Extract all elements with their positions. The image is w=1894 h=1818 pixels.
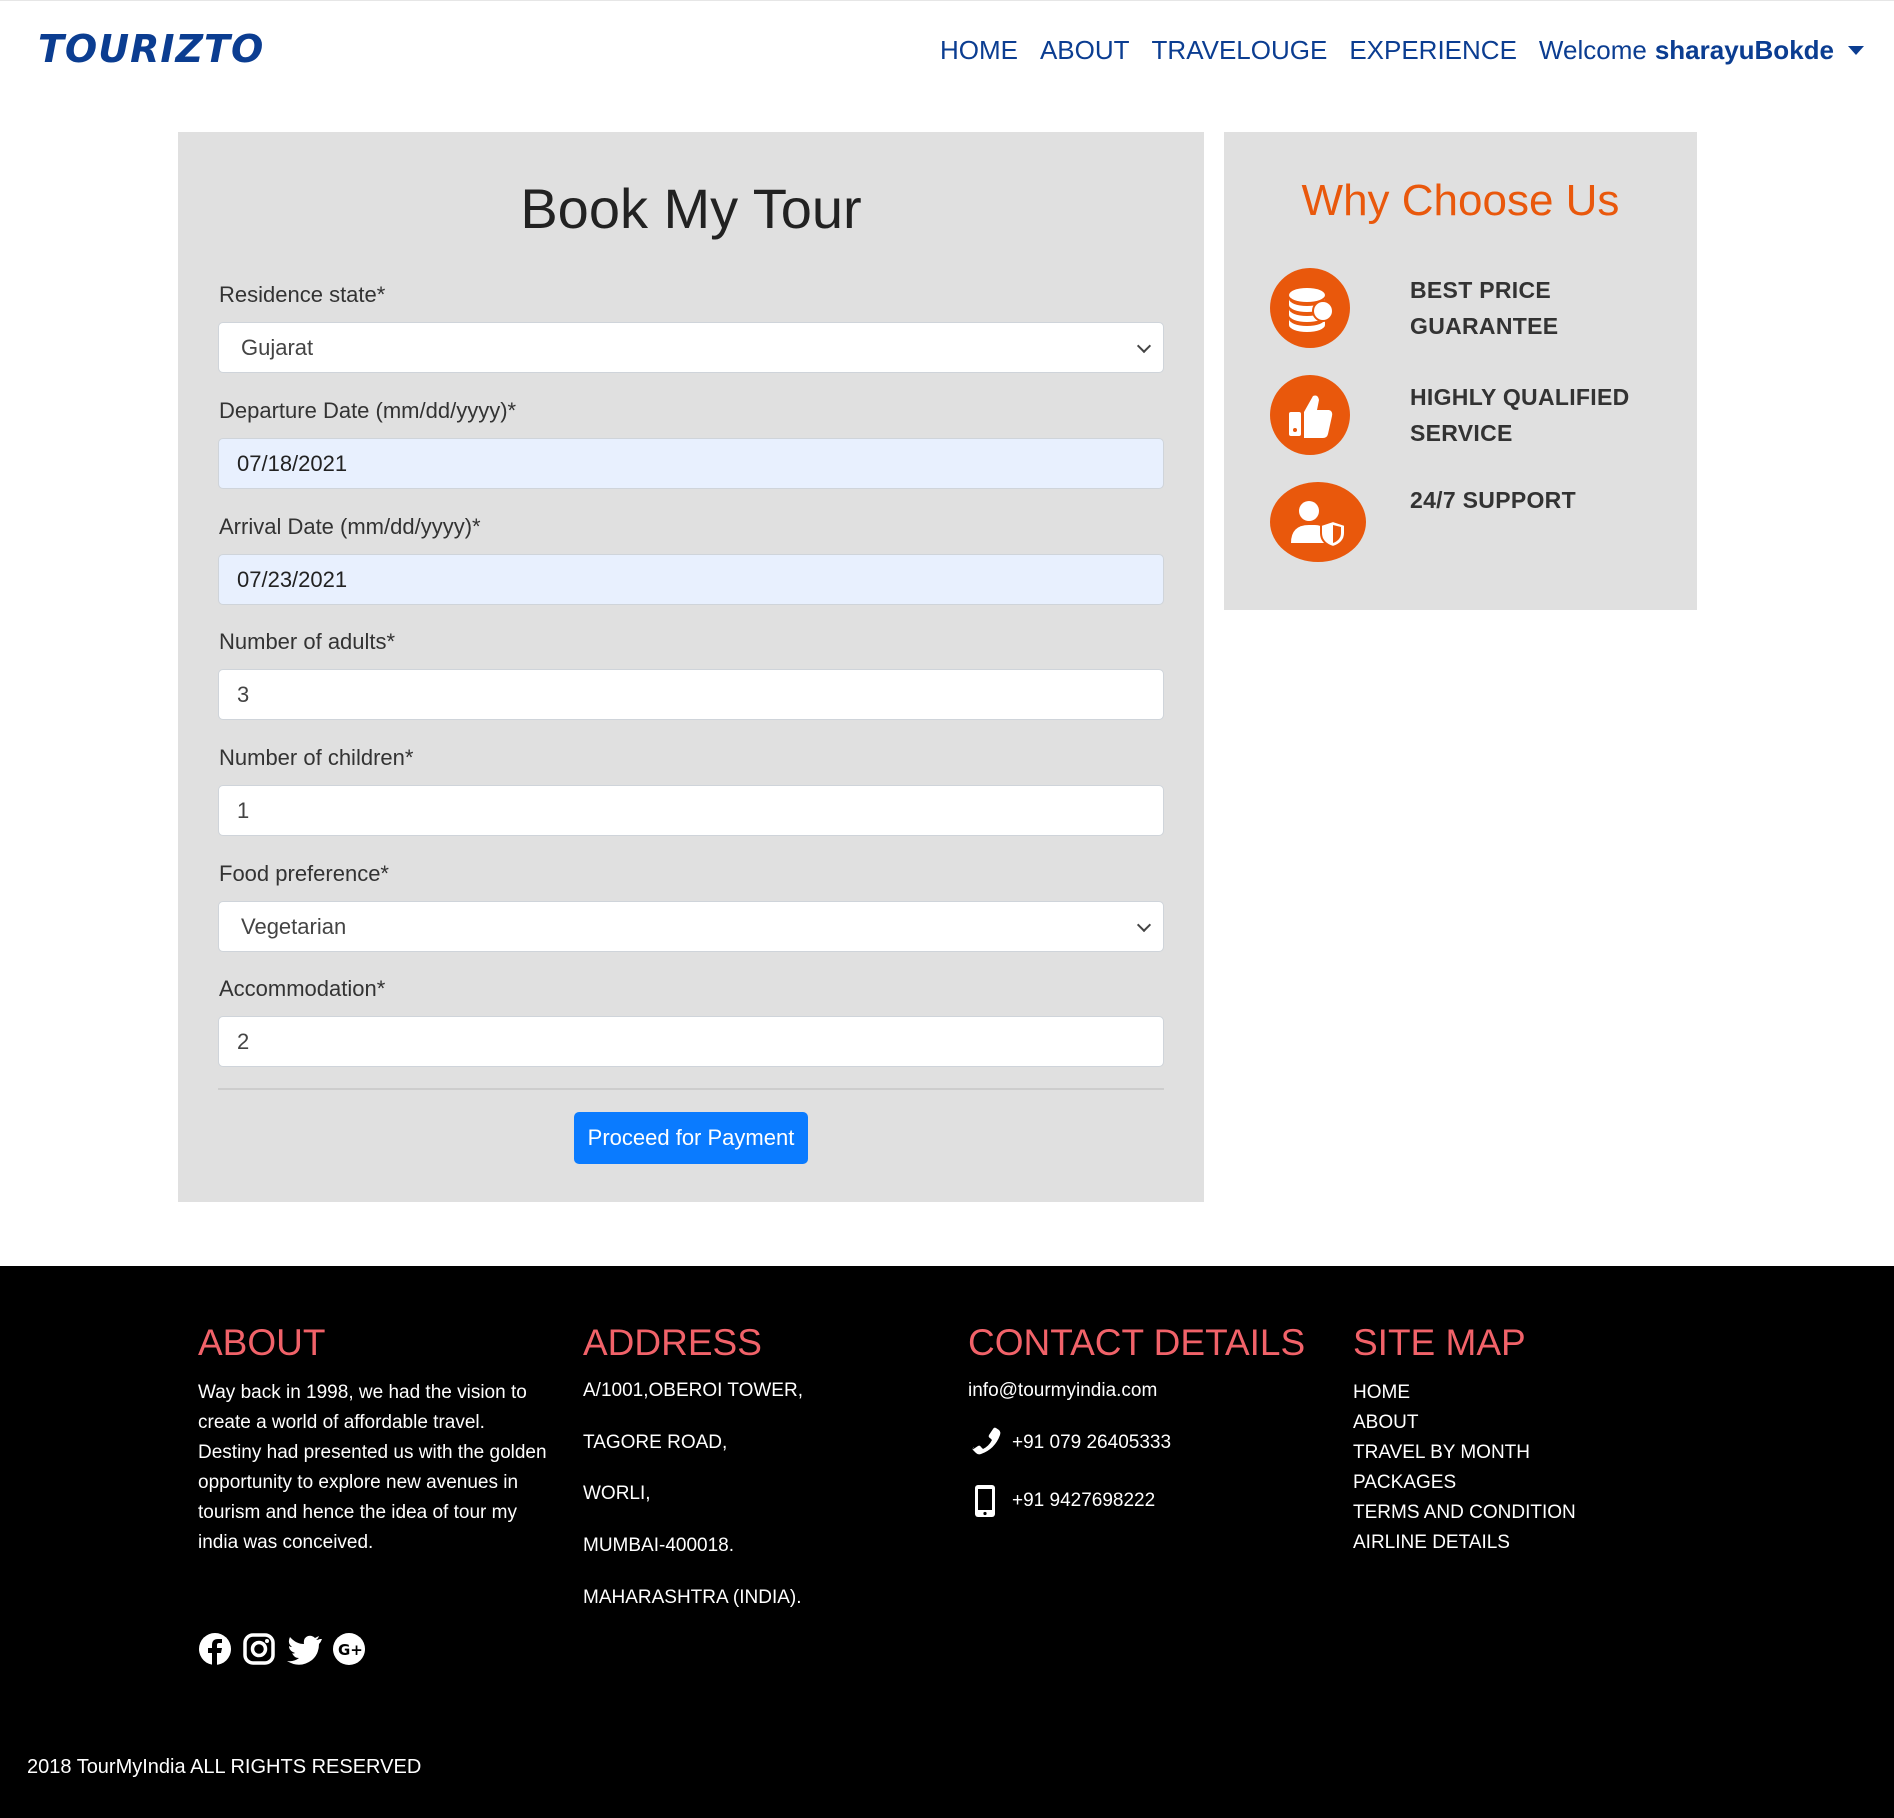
children-value: 1 [237, 797, 250, 823]
food-preference-select[interactable]: Vegetarian [218, 901, 1164, 952]
residence-state-label: Residence state* [219, 282, 386, 307]
accommodation-input[interactable]: 2 [218, 1016, 1164, 1067]
mobile-icon [975, 1485, 995, 1517]
why-item-best-price: BEST PRICE GUARANTEE [1410, 272, 1558, 344]
address-line: WORLI, [583, 1483, 651, 1504]
nav-travelouge-link[interactable]: TRAVELOUGE [1152, 35, 1328, 66]
arrival-date-label: Arrival Date (mm/dd/yyyy)* [219, 514, 481, 539]
footer-about-heading: ABOUT [198, 1322, 326, 1363]
user-menu-dropdown[interactable]: Welcome sharayuBokde [1539, 35, 1864, 66]
contact-phone: +91 079 26405333 [1012, 1432, 1172, 1453]
arrival-date-input[interactable]: 07/23/2021 [218, 554, 1164, 605]
departure-date-input[interactable]: 07/18/2021 [218, 438, 1164, 489]
address-line: A/1001,OBEROI TOWER, [583, 1380, 803, 1401]
why-item-line: 24/7 SUPPORT [1410, 487, 1576, 513]
adults-input[interactable]: 3 [218, 669, 1164, 720]
address-line: TAGORE ROAD, [583, 1432, 728, 1453]
facebook-icon[interactable] [198, 1632, 232, 1666]
why-title: Why Choose Us [1301, 176, 1620, 225]
sitemap-airline-link[interactable]: AIRLINE DETAILS [1353, 1528, 1576, 1558]
footer-contact-heading: CONTACT DETAILS [968, 1322, 1306, 1363]
departure-date-label: Departure Date (mm/dd/yyyy)* [219, 398, 517, 423]
nav-about-link[interactable]: ABOUT [1040, 35, 1130, 66]
why-choose-us-panel: Why Choose Us BEST PRICE GUARANTEE HIGHL… [1224, 132, 1697, 610]
svg-text:G+: G+ [338, 1641, 363, 1659]
arrival-date-value: 07/23/2021 [237, 566, 348, 592]
footer-about-text: Way back in 1998, we had the vision to c… [198, 1382, 547, 1553]
departure-date-value: 07/18/2021 [237, 450, 348, 476]
why-item-line: GUARANTEE [1410, 313, 1559, 339]
instagram-icon[interactable] [242, 1632, 276, 1666]
food-preference-value: Vegetarian [241, 913, 347, 939]
why-item-qualified-service: HIGHLY QUALIFIED SERVICE [1410, 379, 1630, 451]
navbar: TOURIZTO HOME ABOUT TRAVELOUGE EXPERIENC… [0, 0, 1894, 100]
user-shield-icon [1270, 482, 1366, 562]
why-item-support: 24/7 SUPPORT [1410, 482, 1576, 518]
caret-down-icon [1848, 46, 1864, 55]
contact-mobile-row[interactable]: +91 9427698222 [968, 1484, 1155, 1518]
children-label: Number of children* [219, 745, 414, 770]
page: TOURIZTO HOME ABOUT TRAVELOUGE EXPERIENC… [0, 0, 1894, 1818]
booking-title: Book My Tour [520, 177, 862, 240]
chevron-down-icon [1136, 917, 1152, 933]
sitemap-list: HOME ABOUT TRAVEL BY MONTH PACKAGES TERM… [1353, 1378, 1576, 1558]
address-line: MUMBAI-400018. [583, 1535, 735, 1556]
chevron-down-icon [1136, 338, 1152, 354]
residence-state-select[interactable]: Gujarat [218, 322, 1164, 373]
sitemap-travel-by-month-link[interactable]: TRAVEL BY MONTH [1353, 1438, 1576, 1468]
footer: ABOUT Way back in 1998, we had the visio… [0, 1266, 1894, 1818]
phone-icon [972, 1427, 1001, 1455]
nav-experience-link[interactable]: EXPERIENCE [1349, 35, 1517, 66]
social-links: G+ [198, 1632, 376, 1666]
children-input[interactable]: 1 [218, 785, 1164, 836]
contact-phone-row[interactable]: +91 079 26405333 [968, 1426, 1171, 1460]
booking-form-panel: Book My Tour Residence state* Gujarat De… [178, 132, 1204, 1202]
twitter-icon[interactable] [286, 1632, 322, 1666]
accommodation-label: Accommodation* [219, 976, 386, 1001]
coins-icon [1270, 268, 1350, 348]
footer-address-heading: ADDRESS [583, 1322, 762, 1363]
accommodation-value: 2 [237, 1028, 250, 1054]
proceed-payment-button[interactable]: Proceed for Payment [574, 1112, 808, 1164]
sitemap-terms-link[interactable]: TERMS AND CONDITION [1353, 1498, 1576, 1528]
footer-sitemap-heading: SITE MAP [1353, 1322, 1526, 1363]
contact-mobile: +91 9427698222 [1012, 1490, 1156, 1511]
google-plus-icon[interactable]: G+ [332, 1632, 366, 1666]
welcome-text: Welcome [1538, 35, 1647, 65]
contact-email-link[interactable]: info@tourmyindia.com [968, 1380, 1157, 1402]
copyright-text: 2018 TourMyIndia ALL RIGHTS RESERVED [27, 1756, 422, 1778]
food-preference-label: Food preference* [219, 861, 389, 886]
brand-logo[interactable]: TOURIZTO [38, 27, 264, 71]
residence-state-value: Gujarat [241, 334, 314, 360]
adults-value: 3 [237, 681, 250, 707]
adults-label: Number of adults* [219, 629, 396, 654]
why-item-line: BEST PRICE [1410, 277, 1552, 303]
username: sharayuBokde [1654, 35, 1834, 65]
sitemap-about-link[interactable]: ABOUT [1353, 1408, 1576, 1438]
why-item-line: SERVICE [1410, 420, 1513, 446]
address-line: MAHARASHTRA (INDIA). [583, 1587, 802, 1608]
nav-home-link[interactable]: HOME [940, 35, 1018, 66]
thumbs-up-icon [1270, 375, 1350, 455]
why-item-line: HIGHLY QUALIFIED [1410, 384, 1630, 410]
sitemap-packages-link[interactable]: PACKAGES [1353, 1468, 1576, 1498]
sitemap-home-link[interactable]: HOME [1353, 1378, 1576, 1408]
nav-links: HOME ABOUT TRAVELOUGE EXPERIENCE Welcome… [918, 35, 1864, 66]
form-divider [218, 1088, 1164, 1090]
